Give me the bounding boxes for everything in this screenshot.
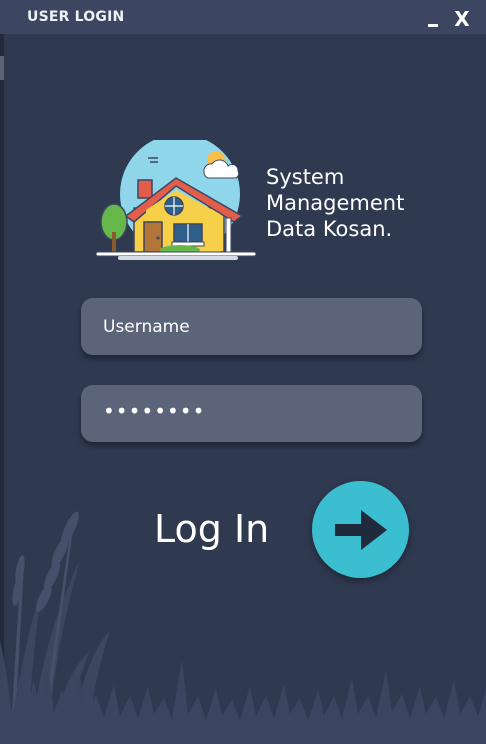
username-placeholder: Username (103, 317, 190, 337)
app-name: System Management Data Kosan. (266, 164, 404, 242)
window-edge-mark (0, 56, 4, 80)
password-field[interactable]: •••••••• (81, 385, 422, 442)
app-name-line-3: Data Kosan. (266, 217, 393, 241)
house-icon (92, 140, 260, 268)
password-value: •••••••• (103, 399, 206, 423)
login-button[interactable] (312, 481, 409, 578)
title-bar[interactable]: USER LOGIN X (0, 0, 486, 34)
close-button[interactable]: X (451, 8, 473, 30)
minimize-button[interactable] (426, 10, 442, 28)
login-label[interactable]: Log In (154, 507, 269, 551)
window-title: USER LOGIN (27, 9, 125, 25)
arrow-right-icon (335, 510, 387, 550)
username-field[interactable]: Username (81, 298, 422, 355)
app-name-line-1: System (266, 165, 345, 189)
minimize-icon (428, 24, 438, 27)
login-window: USER LOGIN X System Management Data Kosa… (0, 0, 486, 744)
app-name-line-2: Management (266, 191, 405, 215)
